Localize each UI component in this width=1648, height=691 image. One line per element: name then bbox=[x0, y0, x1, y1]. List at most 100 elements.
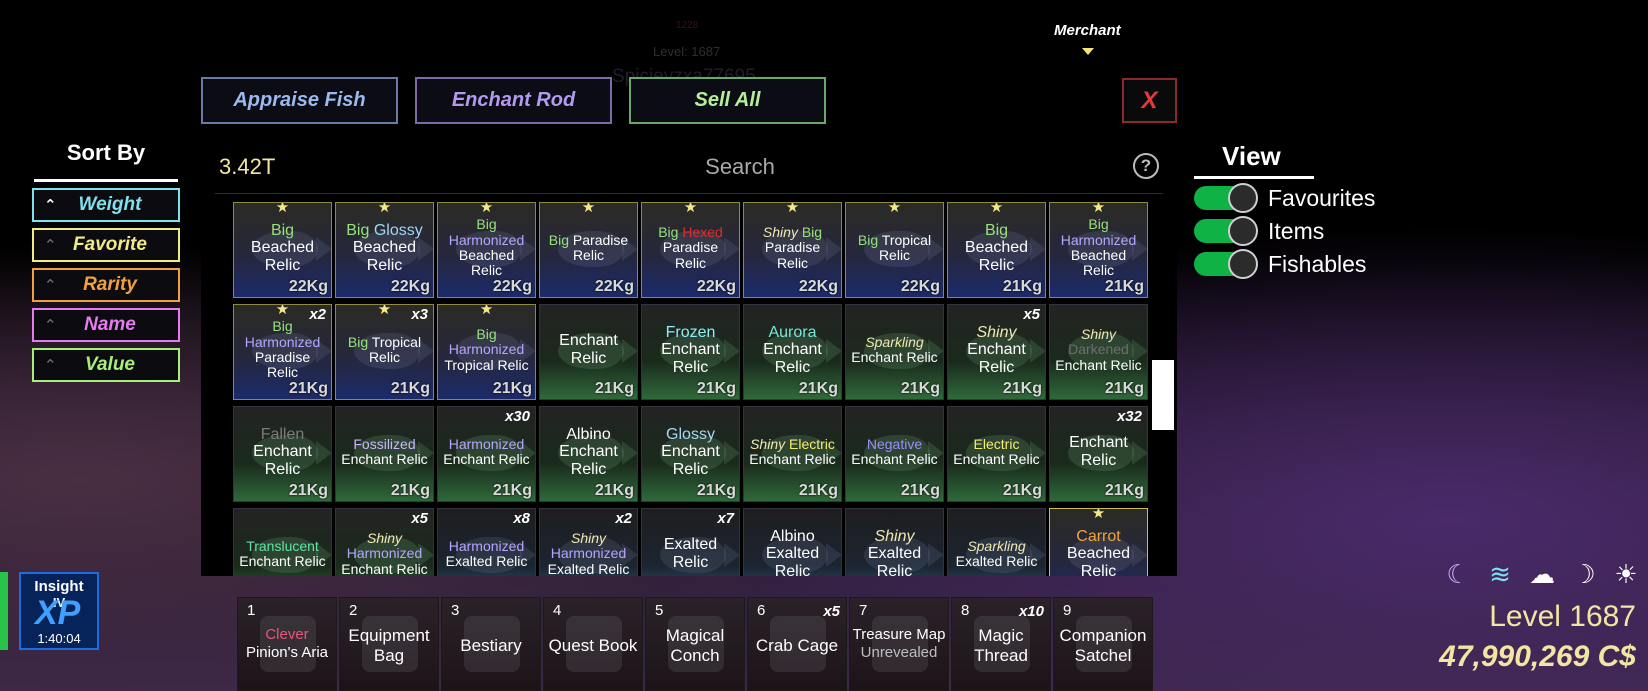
hotbar-slot-1[interactable]: 1 Clever Pinion's Aria bbox=[237, 597, 337, 691]
hotbar-slot-5[interactable]: 5 Magical Conch bbox=[645, 597, 745, 691]
inventory-slot[interactable]: x5 Shiny Enchant Relic 21Kg bbox=[947, 304, 1046, 400]
inventory-slot[interactable]: x5 Shiny Harmonized Enchant Relic bbox=[335, 508, 434, 576]
hotbar-slot-9[interactable]: 9 Companion Satchel bbox=[1053, 597, 1153, 691]
toggle-label: Favourites bbox=[1268, 184, 1376, 211]
inventory-slot[interactable]: x8 Harmonized Exalted Relic bbox=[437, 508, 536, 576]
hotbar-slot-6[interactable]: 6 x5 Crab Cage bbox=[747, 597, 847, 691]
inventory-slot[interactable]: Glossy Enchant Relic 21Kg bbox=[641, 406, 740, 502]
inventory-slot[interactable]: ★ Big Beached Relic 22Kg bbox=[233, 202, 332, 298]
hotbar-name-line: Unrevealed bbox=[860, 644, 938, 661]
inventory-slot[interactable]: x32 Enchant Relic 21Kg bbox=[1049, 406, 1148, 502]
toggle-switch[interactable] bbox=[1194, 183, 1258, 213]
view-toggle-fishables[interactable]: Fishables bbox=[1194, 249, 1367, 279]
inventory-slot[interactable]: Shiny Electric Enchant Relic 21Kg bbox=[743, 406, 842, 502]
inventory-slot[interactable]: ★ Big Glossy Beached Relic 22Kg bbox=[335, 202, 434, 298]
help-icon[interactable]: ? bbox=[1133, 153, 1159, 179]
item-name-part: Enchant Relic bbox=[953, 451, 1040, 467]
hotbar-slot-4[interactable]: 4 Quest Book bbox=[543, 597, 643, 691]
item-name: Glossy Enchant Relic bbox=[644, 419, 737, 485]
favorite-star-icon: ★ bbox=[377, 202, 392, 216]
inventory-slot[interactable]: ★ Shiny Big Paradise Relic 22Kg bbox=[743, 202, 842, 298]
item-name-part: Translucent bbox=[246, 537, 319, 554]
hotbar-slot-8[interactable]: 8 x10 Magic Thread bbox=[951, 597, 1051, 691]
hotbar: 1 Clever Pinion's Aria 2 Equipment Bag 3 Bestia… bbox=[237, 597, 1153, 691]
inventory-slot[interactable]: ★ Big Harmonized Beached Relic 21Kg bbox=[1049, 202, 1148, 298]
item-name-part: Paradise bbox=[254, 349, 311, 365]
hotbar-name-line: Bag bbox=[373, 646, 405, 666]
close-button[interactable]: X bbox=[1122, 78, 1177, 123]
xp-icon: XP bbox=[35, 594, 81, 632]
item-name: Big Beached Relic bbox=[950, 215, 1043, 281]
inventory-slot[interactable]: ★ Big Paradise Relic 22Kg bbox=[539, 202, 638, 298]
inventory-slot[interactable]: ★ Big Harmonized Tropical Relic 21Kg bbox=[437, 304, 536, 400]
inventory-slot[interactable]: x2 Shiny Harmonized Exalted Relic bbox=[539, 508, 638, 576]
inventory-slot[interactable]: Albino Enchant Relic 21Kg bbox=[539, 406, 638, 502]
item-name-part: Exalted bbox=[867, 545, 922, 563]
sort-option-weight[interactable]: ⌃ Weight bbox=[32, 188, 180, 222]
inventory-slot[interactable]: Enchant Relic 21Kg bbox=[539, 304, 638, 400]
toggle-switch[interactable] bbox=[1194, 216, 1258, 246]
search-input[interactable] bbox=[600, 150, 880, 184]
view-toggle-favourites[interactable]: Favourites bbox=[1194, 183, 1376, 213]
inventory-slot[interactable]: ★ Carrot Beached Relic bbox=[1049, 508, 1148, 576]
item-name-part: Enchant bbox=[1069, 434, 1128, 452]
toggle-switch[interactable] bbox=[1194, 249, 1258, 279]
inventory-scrollbar[interactable] bbox=[1152, 360, 1174, 430]
inventory-slot[interactable]: ★ x3 Big Tropical Relic 21Kg bbox=[335, 304, 434, 400]
hotbar-name-line: Crab Cage bbox=[755, 636, 839, 655]
inventory-slot[interactable]: x30 Harmonized Enchant Relic 21Kg bbox=[437, 406, 536, 502]
inventory-slot[interactable]: ★ Big Beached Relic 21Kg bbox=[947, 202, 1046, 298]
item-name-part: Negative bbox=[866, 435, 923, 452]
hotbar-slot-3[interactable]: 3 Bestiary bbox=[441, 597, 541, 691]
item-weight: 21Kg bbox=[1002, 482, 1042, 499]
inventory-slot[interactable]: Fossilized Enchant Relic 21Kg bbox=[335, 406, 434, 502]
inventory-slot[interactable]: Sparkling Exalted Relic bbox=[947, 508, 1046, 576]
item-name-part: Enchant bbox=[661, 341, 720, 359]
sort-option-name[interactable]: ⌃ Name bbox=[32, 308, 180, 342]
view-toggle-items[interactable]: Items bbox=[1194, 216, 1324, 246]
favorite-star-icon: ★ bbox=[785, 202, 800, 216]
hotbar-slot-7[interactable]: 7 Treasure Map Unrevealed bbox=[849, 597, 949, 691]
inventory-slot[interactable]: Fallen Enchant Relic 21Kg bbox=[233, 406, 332, 502]
item-name-part: Darkened bbox=[1068, 341, 1129, 358]
inventory-slot[interactable]: ★ x2 Big Harmonized Paradise Relic 21Kg bbox=[233, 304, 332, 400]
item-name-part: Big bbox=[801, 223, 823, 240]
sell-all-button[interactable]: Sell All bbox=[629, 77, 826, 124]
hotbar-item-name: Equipment Bag bbox=[342, 626, 436, 667]
sort-divider bbox=[34, 179, 178, 182]
item-name-part: Harmonized bbox=[448, 231, 525, 248]
item-name-part: Electric bbox=[789, 435, 835, 452]
inventory-slot[interactable]: ★ Big Tropical Relic 22Kg bbox=[845, 202, 944, 298]
hotbar-name-line: Clever bbox=[265, 626, 309, 643]
hotbar-slot-2[interactable]: 2 Equipment Bag bbox=[339, 597, 439, 691]
hotbar-item-name: Bestiary bbox=[444, 636, 538, 656]
favorite-star-icon: ★ bbox=[377, 304, 392, 318]
inventory-slot[interactable]: Frozen Enchant Relic 21Kg bbox=[641, 304, 740, 400]
inventory-slot[interactable]: x7 Exalted Relic bbox=[641, 508, 740, 576]
inventory-slot[interactable]: ★ Big Harmonized Beached Relic 22Kg bbox=[437, 202, 536, 298]
sort-option-rarity[interactable]: ⌃ Rarity bbox=[32, 268, 180, 302]
item-name: Fallen Enchant Relic bbox=[236, 419, 329, 485]
sort-option-value[interactable]: ⌃ Value bbox=[32, 348, 180, 382]
hotbar-name-line: Magic bbox=[978, 626, 1024, 645]
inventory-slot[interactable]: Shiny Darkened Enchant Relic 21Kg bbox=[1049, 304, 1148, 400]
inventory-slot[interactable]: Translucent Enchant Relic bbox=[233, 508, 332, 576]
merchant-label[interactable]: Merchant bbox=[1054, 22, 1121, 39]
item-name-part: Exalted Relic bbox=[955, 553, 1038, 569]
item-name-part: Shiny bbox=[874, 527, 915, 545]
inventory-slot[interactable]: Negative Enchant Relic 21Kg bbox=[845, 406, 944, 502]
inventory-slot[interactable]: Aurora Enchant Relic 21Kg bbox=[743, 304, 842, 400]
inventory-slot[interactable]: Electric Enchant Relic 21Kg bbox=[947, 406, 1046, 502]
inventory-slot[interactable]: Sparkling Enchant Relic 21Kg bbox=[845, 304, 944, 400]
merchant-arrow-icon[interactable] bbox=[1082, 48, 1094, 55]
toggle-label: Fishables bbox=[1268, 250, 1367, 277]
inventory-slot[interactable]: Albino Exalted Relic bbox=[743, 508, 842, 576]
enchant-rod-button[interactable]: Enchant Rod bbox=[415, 77, 612, 124]
item-name: Sparkling Enchant Relic bbox=[848, 317, 941, 383]
favorite-star-icon: ★ bbox=[581, 202, 596, 216]
inventory-slot[interactable]: Shiny Exalted Relic bbox=[845, 508, 944, 576]
appraise-fish-button[interactable]: Appraise Fish bbox=[201, 77, 398, 124]
sort-option-favorite[interactable]: ⌃ Favorite bbox=[32, 228, 180, 262]
hotbar-key-number: 4 bbox=[553, 602, 562, 619]
inventory-slot[interactable]: ★ Big Hexed Paradise Relic 22Kg bbox=[641, 202, 740, 298]
